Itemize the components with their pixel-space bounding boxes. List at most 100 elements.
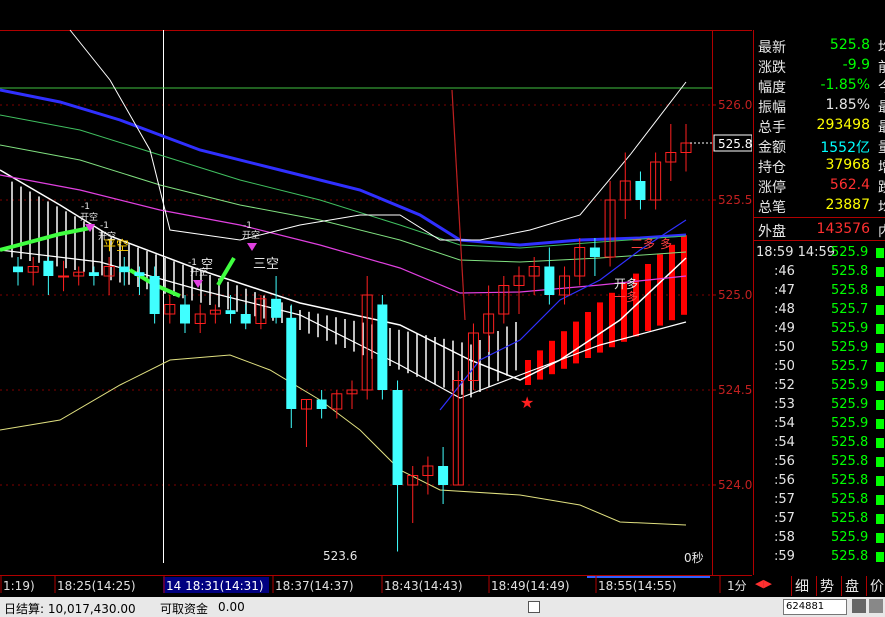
channel-hatch-red <box>645 264 651 331</box>
tick-time: 18:59 14:59 <box>756 245 836 260</box>
tick-row: :47 525.8 <box>754 282 885 301</box>
balance-text: 日结算: 10,017,430.00 <box>4 602 136 616</box>
tick-time: :54 <box>774 435 795 450</box>
tick-row: :56 525.8 <box>754 453 885 472</box>
outer-disc-value: 143576 <box>816 221 870 237</box>
candle-body <box>392 390 403 485</box>
quote-row: 最新 525.8 均 <box>754 36 885 56</box>
tab-3[interactable]: 价 <box>866 576 884 596</box>
tick-time: :57 <box>774 492 795 507</box>
tick-volume-bar <box>876 343 884 353</box>
candle-body <box>119 266 130 273</box>
quote-separator <box>754 240 885 241</box>
channel-hatch-red <box>549 340 555 375</box>
quote-label: 总笔 <box>758 200 786 216</box>
status-bar: 日结算: 10,017,430.00 可取资金 0.00 624881 <box>0 597 885 617</box>
quote-label: 金额 <box>758 140 786 156</box>
tab-0[interactable]: 细 <box>791 576 809 596</box>
candle-body <box>438 466 449 485</box>
quote-label: 总手 <box>758 120 786 136</box>
tick-time: :48 <box>774 302 795 317</box>
tick-time: :57 <box>774 511 795 526</box>
quote-panel: 最新525.8均涨跌-9.9前幅度-1.85%今振幅1.85%最总手293498… <box>753 30 885 575</box>
candle-body <box>271 298 282 318</box>
tick-price: 525.9 <box>831 378 869 393</box>
tick-price: 525.8 <box>831 492 869 507</box>
signal-label: -1 <box>81 202 90 212</box>
toolbar-icon[interactable] <box>852 599 866 613</box>
tick-price: 525.7 <box>831 359 869 374</box>
quote-label: 涨停 <box>758 180 786 196</box>
tick-volume-bar <box>876 552 884 562</box>
channel-hatch-red <box>681 235 687 315</box>
tick-volume-bar <box>876 381 884 391</box>
tick-volume-bar <box>876 476 884 486</box>
time-axis[interactable]: 1:19) 18:25(14:25) 14 18:31(14:31) 18:37(14… <box>0 575 752 595</box>
quote-label-cut: 最 <box>878 117 885 137</box>
quote-value: 562.4 <box>829 177 870 193</box>
scroll-arrows-icon[interactable]: ◀▶ <box>755 577 772 590</box>
tick-time: :53 <box>774 397 795 412</box>
y-tick-label: 525.5 <box>718 193 752 207</box>
quote-value: 1552亿 <box>820 140 870 156</box>
tab-1[interactable]: 势 <box>816 576 834 596</box>
quote-value: 293498 <box>816 117 870 133</box>
quote-label-cut: 最 <box>878 97 885 117</box>
quote-row: 幅度 -1.85% 今 <box>754 76 885 96</box>
candlestick-chart[interactable]: 526.0525.5525.0524.5524.0 -1开空开空-1平空-1开空… <box>0 0 752 575</box>
signal-label: 三空 <box>253 257 279 272</box>
tick-time: :56 <box>774 473 795 488</box>
tick-volume-bar <box>876 305 884 315</box>
channel-hatch-red <box>561 331 567 369</box>
star-marker: ★ <box>520 393 534 412</box>
last-price-tag: 525.8 <box>718 137 752 151</box>
checkbox-icon[interactable] <box>528 601 540 613</box>
x-tick-label: 18:55(14:55) <box>598 579 677 593</box>
tick-volume-bar <box>876 324 884 334</box>
candle-body <box>286 317 297 409</box>
quote-label: 持仓 <box>758 160 786 176</box>
tick-time: :52 <box>774 378 795 393</box>
tick-volume-bar <box>876 248 884 258</box>
candle-body <box>544 266 555 295</box>
y-tick-label: 526.0 <box>718 98 752 112</box>
toolbar-icon-2[interactable] <box>869 599 883 613</box>
candle-body <box>240 314 251 324</box>
available-funds-label: 可取资金 <box>160 602 209 616</box>
quote-label: 振幅 <box>758 100 786 116</box>
channel-hatch-red <box>657 254 663 326</box>
tick-price: 525.9 <box>831 416 869 431</box>
signal-label: 开多 <box>614 277 638 291</box>
tick-time: :58 <box>774 530 795 545</box>
tab-2[interactable]: 盘 <box>841 576 859 596</box>
account-select[interactable]: 624881 <box>783 599 847 615</box>
candle-body <box>635 181 646 200</box>
quote-label-cut: 量 <box>878 137 885 157</box>
signal-label: 一多 <box>614 290 638 304</box>
tick-volume-bar <box>876 286 884 296</box>
tick-time: :59 <box>774 549 795 564</box>
quote-label: 最新 <box>758 40 786 56</box>
tick-time: :46 <box>774 264 795 279</box>
quote-row: 涨停 562.4 跌 <box>754 176 885 196</box>
quote-tabs[interactable]: ◀▶ 细势盘价 <box>753 575 885 596</box>
tick-price: 525.9 <box>831 321 869 336</box>
signal-label: 二多 <box>631 237 655 251</box>
tick-time: :47 <box>774 283 795 298</box>
tick-row: :57 525.8 <box>754 491 885 510</box>
tick-time: :56 <box>774 454 795 469</box>
candle-body <box>225 310 236 314</box>
quote-value: 525.8 <box>829 37 870 53</box>
candle-body <box>589 247 600 257</box>
candle-body <box>316 399 327 409</box>
tick-price: 525.8 <box>831 549 869 564</box>
quote-row: 振幅 1.85% 最 <box>754 96 885 116</box>
candle-body <box>58 275 70 278</box>
outer-disc-label: 外盘 <box>758 224 786 240</box>
quote-value: -1.85% <box>820 77 870 93</box>
candle-body <box>134 272 145 276</box>
quote-row: 持仓 37968 增 <box>754 156 885 176</box>
tick-row: :50 525.7 <box>754 358 885 377</box>
period-label: 1分 <box>727 579 747 593</box>
tick-time: :49 <box>774 321 795 336</box>
